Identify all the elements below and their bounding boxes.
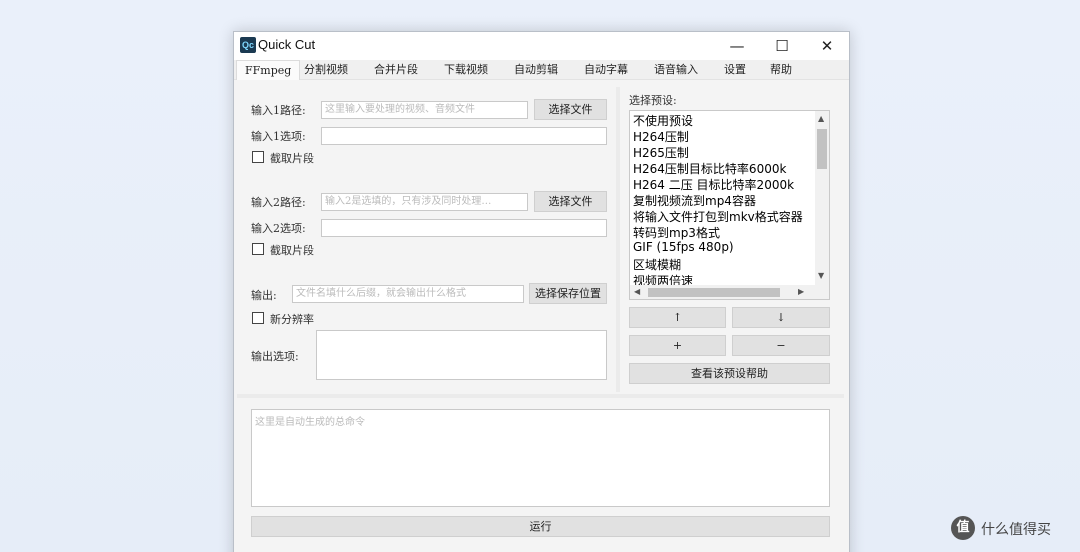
preset-item[interactable]: H264压制 <box>633 128 689 145</box>
scroll-right-icon[interactable]: ▶ <box>798 287 804 297</box>
watermark-logo: 值 <box>951 516 975 540</box>
window-title: Quick Cut <box>258 37 316 52</box>
maximize-button[interactable]: ☐ <box>759 32 805 60</box>
title-bar[interactable]: Qc Quick Cut — ☐ ✕ <box>234 32 849 60</box>
watermark-text: 什么值得买 <box>981 522 1051 538</box>
vertical-scroll-thumb[interactable] <box>817 129 827 169</box>
input2-path-label: 输入2路径: <box>251 196 306 209</box>
move-preset-up-button[interactable]: ↑ <box>629 307 726 328</box>
presets-list[interactable]: 不使用预设 H264压制 H265压制 H264压制目标比特率6000k H26… <box>629 110 830 300</box>
input1-options-field[interactable] <box>321 127 607 145</box>
output-label: 输出: <box>251 289 277 302</box>
horizontal-scroll-thumb[interactable] <box>648 288 780 297</box>
input2-options-label: 输入2选项: <box>251 222 306 235</box>
preset-item[interactable]: H264压制目标比特率6000k <box>633 160 786 177</box>
remove-preset-button[interactable]: − <box>732 335 830 356</box>
input1-options-label: 输入1选项: <box>251 130 306 143</box>
tab-settings[interactable]: 设置 <box>724 60 746 80</box>
input1-choose-file-button[interactable]: 选择文件 <box>534 99 607 120</box>
output-options-textarea[interactable] <box>316 330 607 380</box>
add-preset-button[interactable]: + <box>629 335 726 356</box>
tab-ffmpeg[interactable]: FFmpeg <box>236 60 301 80</box>
input1-path-field[interactable]: 这里输入要处理的视频、音频文件 <box>321 101 528 119</box>
tab-split-video[interactable]: 分割视频 <box>304 60 348 80</box>
tab-merge-clips[interactable]: 合并片段 <box>374 60 418 80</box>
tab-voice-input[interactable]: 语音输入 <box>654 60 698 80</box>
app-icon: Qc <box>240 37 256 53</box>
preset-item[interactable]: 区域模糊 <box>633 256 681 273</box>
input1-clip-checkbox[interactable] <box>252 151 264 163</box>
input2-options-field[interactable] <box>321 219 607 237</box>
presets-vertical-scrollbar[interactable]: ▲ ▼ <box>815 111 829 287</box>
choose-save-location-button[interactable]: 选择保存位置 <box>529 283 607 304</box>
preset-item[interactable]: 复制视频流到mp4容器 <box>633 192 756 209</box>
command-textarea[interactable]: 这里是自动生成的总命令 <box>251 409 830 507</box>
presets-label: 选择预设: <box>629 94 677 107</box>
preset-help-button[interactable]: 查看该预设帮助 <box>629 363 830 384</box>
preset-item[interactable]: GIF (15fps 480p) <box>633 240 734 254</box>
tab-bar: FFmpeg 分割视频 合并片段 下载视频 自动剪辑 自动字幕 语音输入 设置 … <box>234 60 849 80</box>
output-options-label: 输出选项: <box>251 350 299 363</box>
minimize-button[interactable]: — <box>714 32 760 60</box>
preset-item[interactable]: H264 二压 目标比特率2000k <box>633 176 794 193</box>
run-button[interactable]: 运行 <box>251 516 830 537</box>
scroll-up-icon[interactable]: ▲ <box>818 114 824 124</box>
preset-item[interactable]: 不使用预设 <box>633 112 693 129</box>
tab-auto-edit[interactable]: 自动剪辑 <box>514 60 558 80</box>
panel-divider-vertical[interactable] <box>616 87 620 392</box>
presets-horizontal-scrollbar[interactable]: ◀ ▶ <box>630 285 829 299</box>
scroll-down-icon[interactable]: ▼ <box>818 271 824 281</box>
input1-path-label: 输入1路径: <box>251 104 306 117</box>
move-preset-down-button[interactable]: ↓ <box>732 307 830 328</box>
input2-clip-checkbox[interactable] <box>252 243 264 255</box>
input2-path-field[interactable]: 输入2是选填的，只有涉及同时处理… <box>321 193 528 211</box>
input2-choose-file-button[interactable]: 选择文件 <box>534 191 607 212</box>
panel-divider-horizontal[interactable] <box>237 394 844 398</box>
tab-help[interactable]: 帮助 <box>770 60 792 80</box>
close-button[interactable]: ✕ <box>804 32 850 60</box>
tab-download-video[interactable]: 下载视频 <box>444 60 488 80</box>
command-placeholder: 这里是自动生成的总命令 <box>255 417 365 428</box>
new-resolution-label: 新分辨率 <box>270 313 314 326</box>
tab-auto-subtitle[interactable]: 自动字幕 <box>584 60 628 80</box>
app-window: Qc Quick Cut — ☐ ✕ FFmpeg 分割视频 合并片段 下载视频… <box>233 31 850 552</box>
input1-clip-label: 截取片段 <box>270 152 314 165</box>
scroll-left-icon[interactable]: ◀ <box>634 287 640 297</box>
new-resolution-checkbox[interactable] <box>252 312 264 324</box>
output-path-field[interactable]: 文件名填什么后缀，就会输出什么格式 <box>292 285 524 303</box>
preset-item[interactable]: H265压制 <box>633 144 689 161</box>
preset-item[interactable]: 转码到mp3格式 <box>633 224 720 241</box>
preset-item[interactable]: 将输入文件打包到mkv格式容器 <box>633 208 803 225</box>
input2-clip-label: 截取片段 <box>270 244 314 257</box>
